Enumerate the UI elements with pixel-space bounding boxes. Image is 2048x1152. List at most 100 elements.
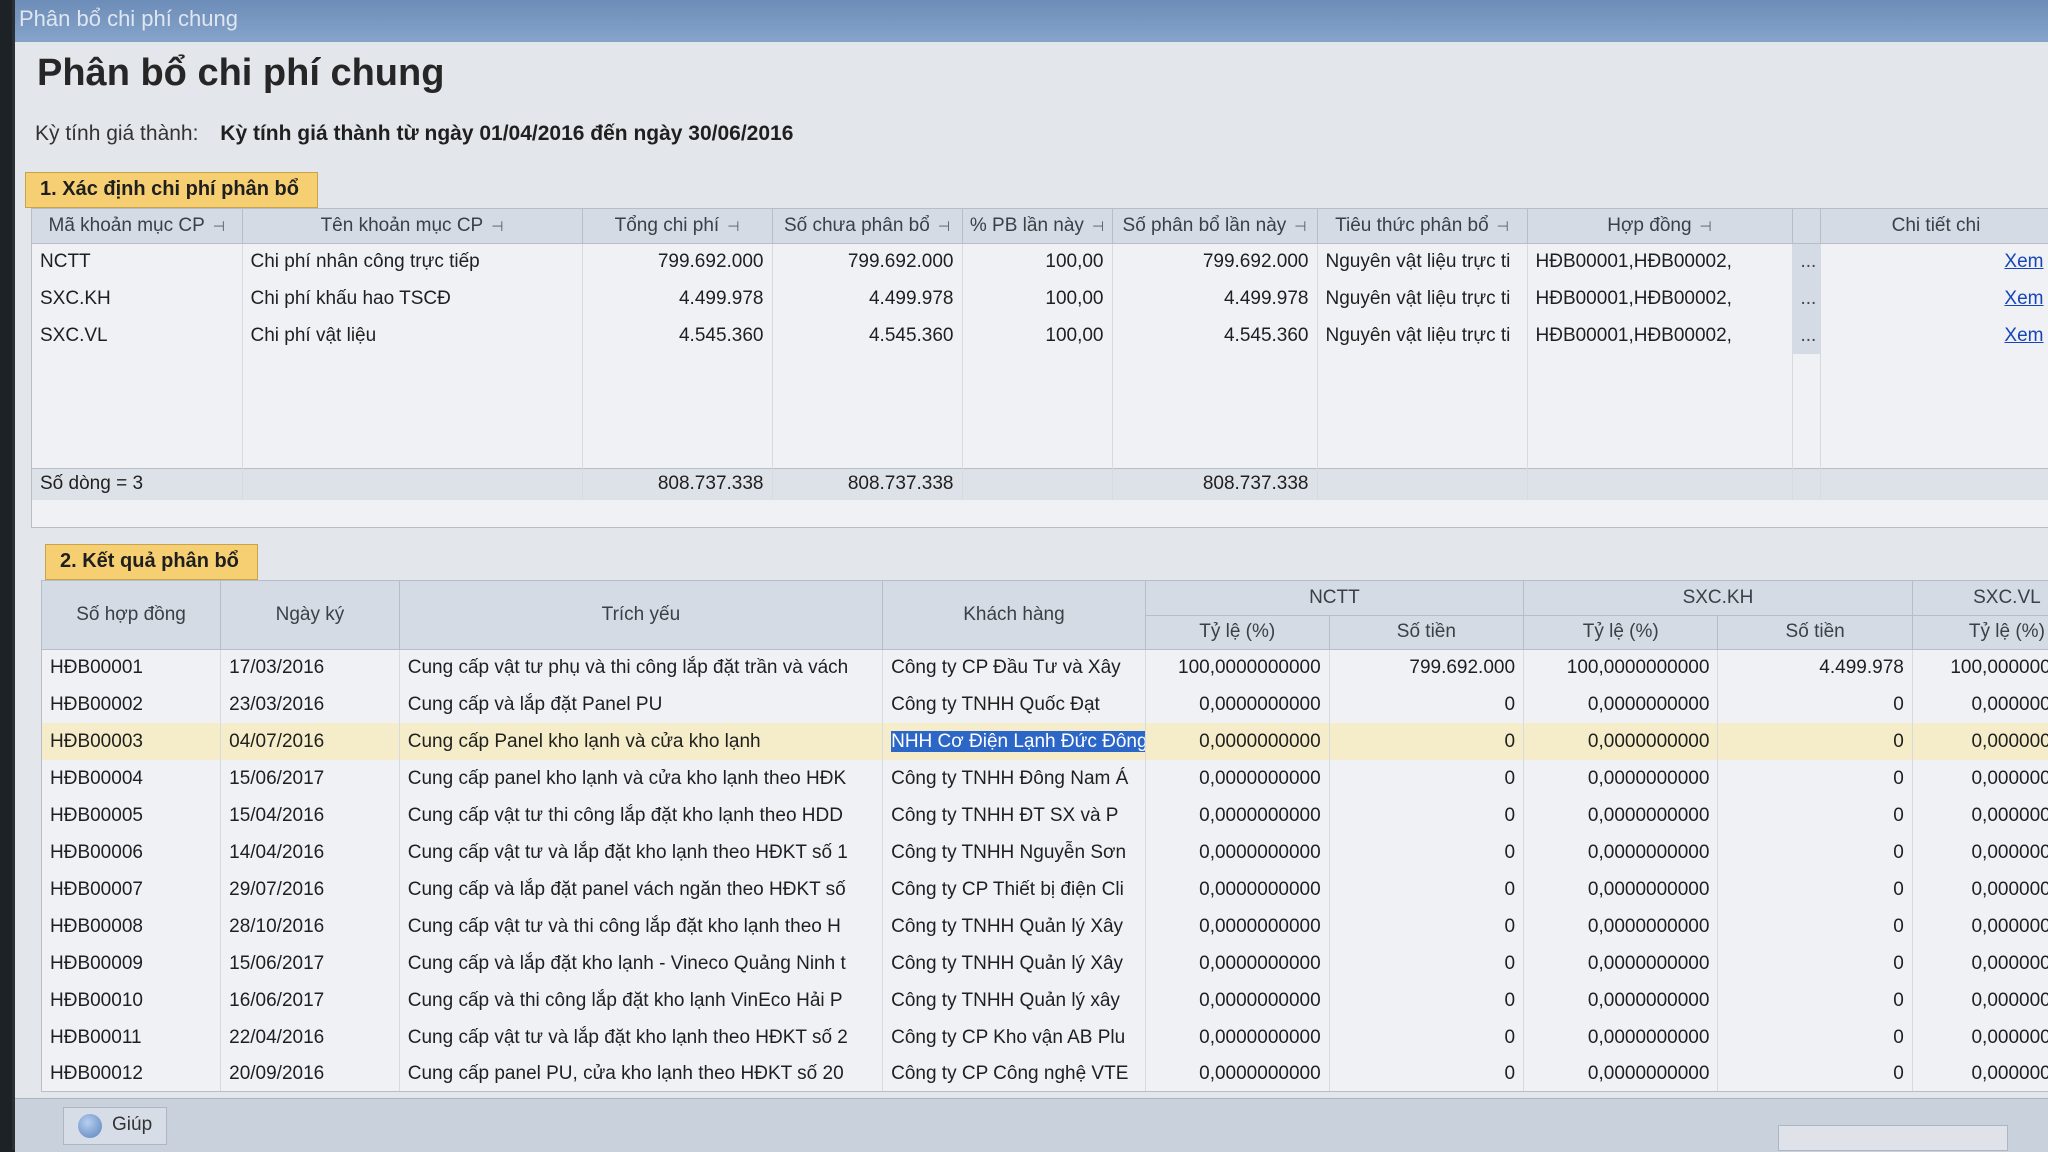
table-row[interactable]: HĐB00008 28/10/2016 Cung cấp vật tư và thi… bbox=[42, 908, 2048, 945]
cell-nctt-ratio[interactable]: 0,0000000000 bbox=[1145, 1019, 1330, 1056]
cell-kh-ratio[interactable]: 0,0000000000 bbox=[1523, 982, 1719, 1019]
col-header-contract-no[interactable]: Số hợp đồng bbox=[42, 581, 222, 650]
col-header-amount[interactable]: Số phân bổ lần này ⊣ bbox=[1112, 209, 1318, 244]
col-header-nctt-amount[interactable]: Số tiền bbox=[1329, 615, 1525, 650]
cost-allocation-grid[interactable]: Mã khoản mục CP ⊣ Tên khoản mục CP ⊣ Tổng … bbox=[31, 208, 2048, 528]
cell-vl-ratio[interactable]: 0,0000000000 bbox=[1912, 945, 2048, 982]
cell-vl-ratio[interactable]: 0,0000000000 bbox=[1912, 1056, 2048, 1091]
cell-nctt-ratio[interactable]: 0,0000000000 bbox=[1145, 834, 1330, 871]
export-button[interactable] bbox=[1778, 1125, 2008, 1151]
cell-kh-ratio[interactable]: 0,0000000000 bbox=[1523, 1056, 1719, 1091]
cell-kh-ratio[interactable]: 0,0000000000 bbox=[1523, 1019, 1719, 1056]
help-button[interactable]: Giúp bbox=[63, 1107, 168, 1145]
pin-icon[interactable]: ⊣ bbox=[938, 218, 950, 234]
cell-nctt-ratio[interactable]: 0,0000000000 bbox=[1145, 908, 1330, 945]
table-row[interactable]: HĐB00009 15/06/2017 Cung cấp và lắp đặt kh… bbox=[42, 945, 2048, 982]
cell-kh-ratio[interactable]: 0,0000000000 bbox=[1523, 908, 1719, 945]
cell-nctt-ratio[interactable]: 100,0000000000 bbox=[1145, 649, 1330, 686]
cell-criterion[interactable]: Nguyên vật liệu trực ti bbox=[1317, 317, 1528, 354]
cell-nctt-ratio[interactable]: 0,0000000000 bbox=[1145, 760, 1330, 797]
col-header-contract[interactable]: Hợp đồng ⊣ bbox=[1527, 209, 1793, 244]
pin-icon[interactable]: ⊣ bbox=[1497, 218, 1509, 234]
cell-amount[interactable]: 799.692.000 bbox=[1112, 243, 1318, 280]
col-header-summary[interactable]: Trích yếu bbox=[399, 581, 884, 650]
cell-kh-ratio[interactable]: 0,0000000000 bbox=[1523, 834, 1719, 871]
view-detail-link[interactable]: Xem bbox=[2004, 325, 2043, 346]
col-header-customer[interactable]: Khách hàng bbox=[882, 581, 1146, 650]
contract-picker-button[interactable]: ... bbox=[1792, 317, 1821, 354]
contract-picker-button[interactable]: ... bbox=[1792, 280, 1821, 317]
table-row[interactable]: HĐB00003 04/07/2016 Cung cấp Panel kho lạn… bbox=[42, 723, 2048, 760]
view-detail-link[interactable]: Xem bbox=[2004, 251, 2043, 272]
pin-icon[interactable]: ⊣ bbox=[491, 218, 503, 234]
cell-nctt-ratio[interactable]: 0,0000000000 bbox=[1145, 797, 1330, 834]
pin-icon[interactable]: ⊣ bbox=[1092, 218, 1104, 234]
section-tab-allocation-result[interactable]: 2. Kết quả phân bổ bbox=[45, 544, 258, 580]
table-row[interactable]: HĐB00011 22/04/2016 Cung cấp vật tư và lắp… bbox=[42, 1019, 2048, 1056]
cell-vl-ratio[interactable]: 0,0000000000 bbox=[1912, 760, 2048, 797]
table-row[interactable]: HĐB00001 17/03/2016 Cung cấp vật tư phụ và… bbox=[42, 649, 2048, 686]
col-header-pct[interactable]: % PB lần này ⊣ bbox=[962, 209, 1113, 244]
cell-vl-ratio[interactable]: 0,0000000000 bbox=[1912, 686, 2048, 723]
col-header-vl-ratio[interactable]: Tỷ lệ (%) bbox=[1912, 615, 2048, 650]
col-header-name[interactable]: Tên khoản mục CP ⊣ bbox=[242, 209, 583, 244]
cell-kh-ratio[interactable]: 100,0000000000 bbox=[1523, 649, 1719, 686]
pin-icon[interactable]: ⊣ bbox=[213, 218, 225, 234]
table-row[interactable]: SXC.VL Chi phí vật liệu 4.545.360 4.545.360… bbox=[32, 317, 2048, 354]
cell-contract[interactable]: HĐB00001,HĐB00002, bbox=[1527, 280, 1793, 317]
table-row[interactable]: HĐB00007 29/07/2016 Cung cấp và lắp đặt pa… bbox=[42, 871, 2048, 908]
cell-nctt-ratio[interactable]: 0,0000000000 bbox=[1145, 723, 1330, 760]
cell-nctt-ratio[interactable]: 0,0000000000 bbox=[1145, 686, 1330, 723]
cell-pct[interactable]: 100,00 bbox=[962, 280, 1113, 317]
table-row[interactable]: HĐB00010 16/06/2017 Cung cấp và thi công l… bbox=[42, 982, 2048, 1019]
col-header-detail[interactable]: Chi tiết chi bbox=[1820, 209, 2048, 244]
cell-kh-ratio[interactable]: 0,0000000000 bbox=[1523, 723, 1719, 760]
cell-amount[interactable]: 4.499.978 bbox=[1112, 280, 1318, 317]
view-detail-link[interactable]: Xem bbox=[2004, 288, 2043, 309]
cell-vl-ratio[interactable]: 0,0000000000 bbox=[1912, 871, 2048, 908]
cell-customer[interactable]: NHH Cơ Điện Lạnh Đức Đông bbox=[882, 723, 1146, 760]
cell-nctt-ratio[interactable]: 0,0000000000 bbox=[1145, 871, 1330, 908]
col-header-unallocated[interactable]: Số chưa phân bổ ⊣ bbox=[772, 209, 963, 244]
col-header-kh-amount[interactable]: Số tiền bbox=[1717, 615, 1913, 650]
table-row[interactable]: NCTT Chi phí nhân công trực tiếp 799.692.0… bbox=[32, 243, 2048, 280]
table-row[interactable]: HĐB00002 23/03/2016 Cung cấp và lắp đặt Pa… bbox=[42, 686, 2048, 723]
pin-icon[interactable]: ⊣ bbox=[727, 218, 739, 234]
cell-vl-ratio[interactable]: 0,0000000000 bbox=[1912, 723, 2048, 760]
table-row[interactable]: HĐB00012 20/09/2016 Cung cấp panel PU, cửa… bbox=[42, 1056, 2048, 1091]
cell-criterion[interactable]: Nguyên vật liệu trực ti bbox=[1317, 243, 1528, 280]
col-header-sign-date[interactable]: Ngày ký bbox=[220, 581, 400, 650]
cell-kh-ratio[interactable]: 0,0000000000 bbox=[1523, 686, 1719, 723]
cell-kh-ratio[interactable]: 0,0000000000 bbox=[1523, 945, 1719, 982]
cell-nctt-ratio[interactable]: 0,0000000000 bbox=[1145, 982, 1330, 1019]
cell-vl-ratio[interactable]: 0,0000000000 bbox=[1912, 982, 2048, 1019]
col-header-total[interactable]: Tổng chi phí ⊣ bbox=[582, 209, 773, 244]
col-header-kh-ratio[interactable]: Tỷ lệ (%) bbox=[1523, 615, 1719, 650]
cell-vl-ratio[interactable]: 100,0000000000 bbox=[1912, 649, 2048, 686]
table-row[interactable]: HĐB00006 14/04/2016 Cung cấp vật tư và lắp… bbox=[42, 834, 2048, 871]
cell-vl-ratio[interactable]: 0,0000000000 bbox=[1912, 834, 2048, 871]
cell-vl-ratio[interactable]: 0,0000000000 bbox=[1912, 797, 2048, 834]
cell-nctt-ratio[interactable]: 0,0000000000 bbox=[1145, 1056, 1330, 1091]
section-tab-cost-determination[interactable]: 1. Xác định chi phí phân bổ bbox=[25, 172, 318, 208]
cell-pct[interactable]: 100,00 bbox=[962, 243, 1113, 280]
cell-vl-ratio[interactable]: 0,0000000000 bbox=[1912, 908, 2048, 945]
col-header-code[interactable]: Mã khoản mục CP ⊣ bbox=[32, 209, 243, 244]
pin-icon[interactable]: ⊣ bbox=[1294, 218, 1306, 234]
contract-picker-button[interactable]: ... bbox=[1792, 243, 1821, 280]
cell-kh-ratio[interactable]: 0,0000000000 bbox=[1523, 797, 1719, 834]
window-titlebar[interactable]: Phân bổ chi phí chung bbox=[15, 0, 2048, 42]
pin-icon[interactable]: ⊣ bbox=[1700, 218, 1712, 234]
cell-amount[interactable]: 4.545.360 bbox=[1112, 317, 1318, 354]
cell-contract[interactable]: HĐB00001,HĐB00002, bbox=[1527, 243, 1793, 280]
col-header-nctt-ratio[interactable]: Tỷ lệ (%) bbox=[1145, 615, 1330, 650]
cell-nctt-ratio[interactable]: 0,0000000000 bbox=[1145, 945, 1330, 982]
cell-vl-ratio[interactable]: 0,0000000000 bbox=[1912, 1019, 2048, 1056]
cell-pct[interactable]: 100,00 bbox=[962, 317, 1113, 354]
cell-kh-ratio[interactable]: 0,0000000000 bbox=[1523, 871, 1719, 908]
cell-criterion[interactable]: Nguyên vật liệu trực ti bbox=[1317, 280, 1528, 317]
table-row[interactable]: HĐB00004 15/06/2017 Cung cấp panel kho lạn… bbox=[42, 760, 2048, 797]
table-row[interactable]: HĐB00005 15/04/2016 Cung cấp vật tư thi cô… bbox=[42, 797, 2048, 834]
cell-contract[interactable]: HĐB00001,HĐB00002, bbox=[1527, 317, 1793, 354]
cell-kh-ratio[interactable]: 0,0000000000 bbox=[1523, 760, 1719, 797]
